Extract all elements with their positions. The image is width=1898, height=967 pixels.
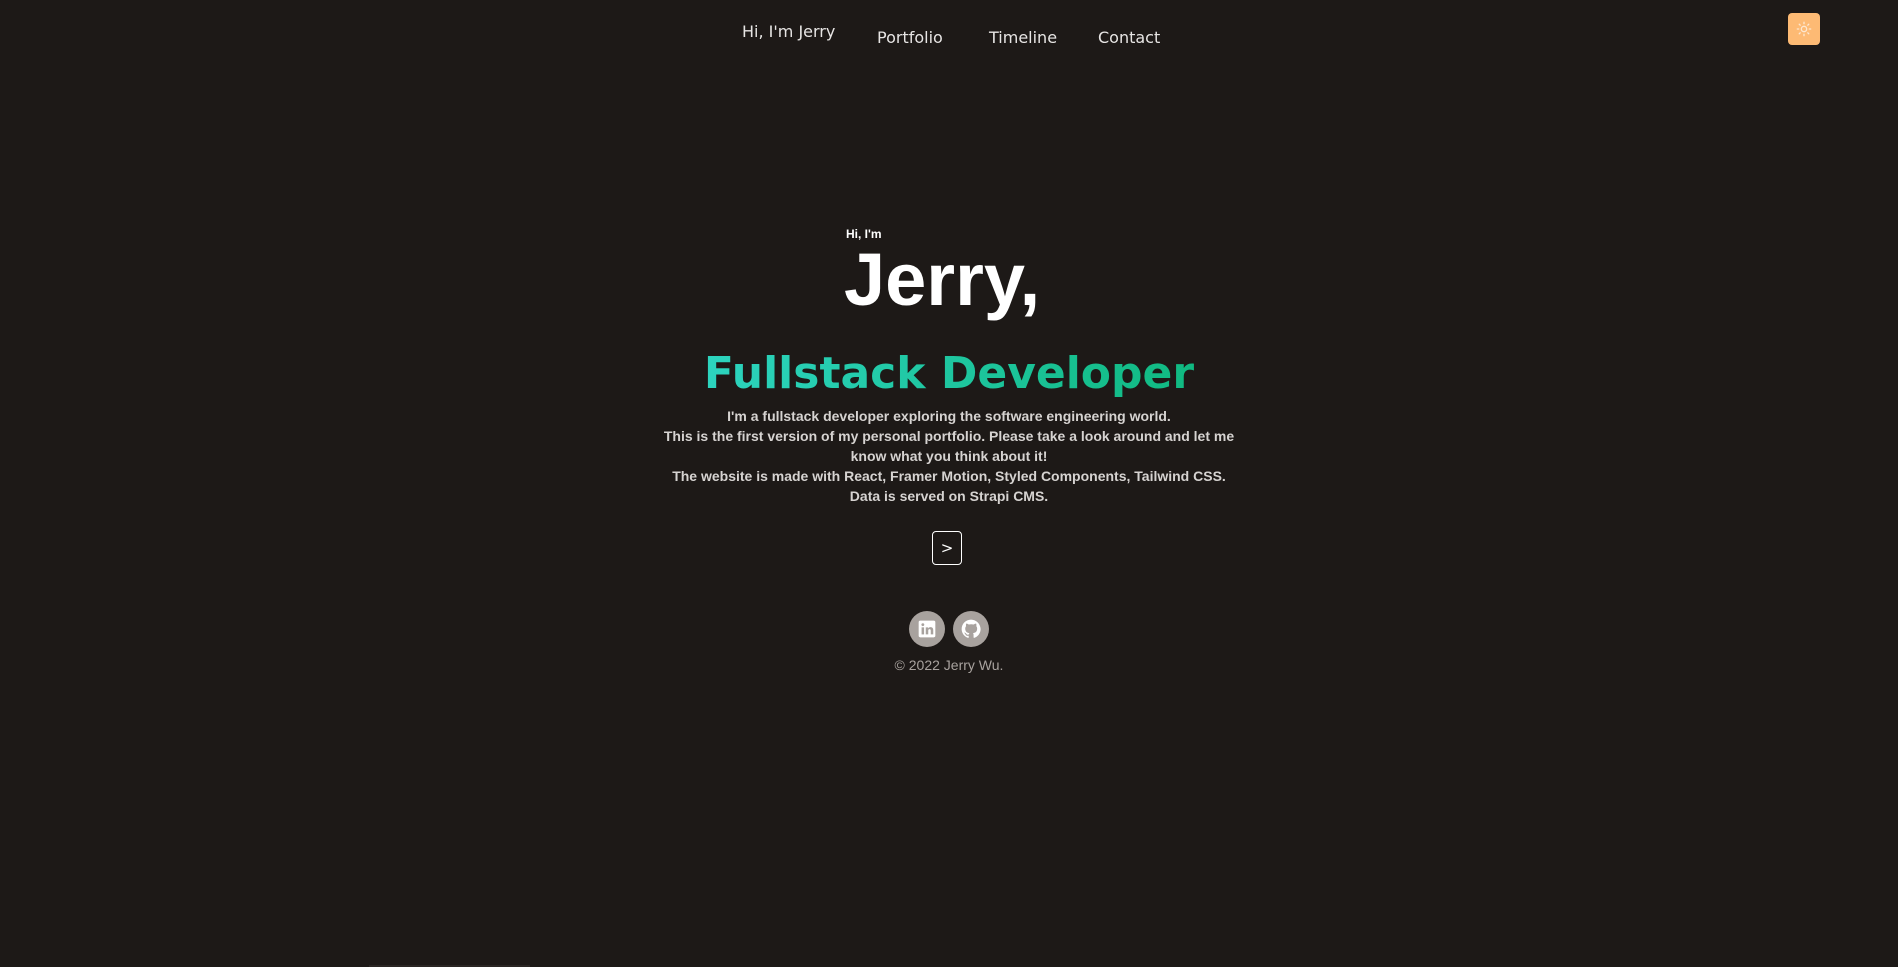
nav-link-portfolio[interactable]: Portfolio <box>877 28 943 47</box>
nav-brand-link[interactable]: Hi, I'm Jerry <box>742 22 835 41</box>
hero-description-line: I'm a fullstack developer exploring the … <box>727 408 1171 424</box>
hero-description-line: This is the first version of my personal… <box>663 428 1235 464</box>
sun-icon <box>1796 21 1812 37</box>
nav-link-timeline[interactable]: Timeline <box>989 28 1057 47</box>
theme-toggle-button[interactable] <box>1788 13 1820 45</box>
nav-link-contact[interactable]: Contact <box>1098 28 1160 47</box>
next-button[interactable]: > <box>932 531 962 565</box>
hero-description-line: Data is served on Strapi CMS. <box>849 488 1049 504</box>
github-link[interactable] <box>953 611 989 647</box>
linkedin-link[interactable] <box>909 611 945 647</box>
top-nav: Hi, I'm Jerry Portfolio Timeline Contact <box>0 0 1898 70</box>
hero-role: Fullstack Developer <box>0 348 1898 400</box>
hero-description: I'm a fullstack developer exploring the … <box>660 406 1238 506</box>
hero-name: Jerry, <box>844 238 1041 321</box>
page: Hi, I'm Jerry Portfolio Timeline Contact… <box>0 0 1898 967</box>
copyright-text: © 2022 Jerry Wu. <box>894 657 1004 673</box>
linkedin-icon <box>918 620 936 638</box>
hero-role-text: Fullstack Developer <box>703 348 1195 399</box>
github-icon <box>961 619 981 638</box>
hero-description-line: The website is made with React, Framer M… <box>672 468 1226 484</box>
